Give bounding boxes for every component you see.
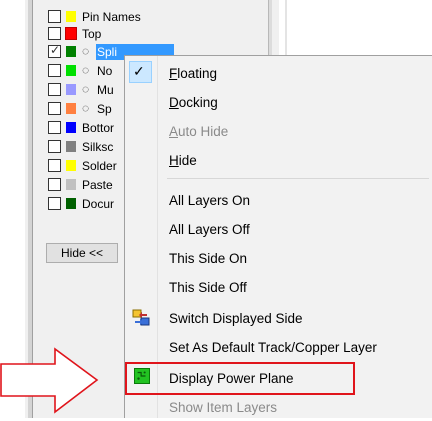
menu-item-label: This Side Off bbox=[169, 280, 247, 295]
callout-arrow-icon bbox=[0, 347, 99, 414]
layer-checkbox[interactable] bbox=[48, 159, 61, 172]
menu-item-set-default-layer[interactable]: Set As Default Track/Copper Layer bbox=[125, 333, 431, 361]
menu-item-label: Docking bbox=[169, 95, 218, 110]
layer-color-swatch bbox=[66, 46, 76, 57]
plane-dots-icon: ◌ bbox=[82, 63, 90, 77]
layer-label: No bbox=[97, 64, 113, 78]
layer-color-swatch bbox=[66, 122, 76, 133]
highlight-box bbox=[125, 362, 355, 395]
menu-item-label: Auto Hide bbox=[169, 124, 229, 139]
layer-checkbox[interactable] bbox=[48, 197, 61, 210]
layer-color-swatch bbox=[66, 198, 76, 209]
menu-item-all-layers-off[interactable]: All Layers Off bbox=[125, 215, 431, 243]
menu-item-label: Set As Default Track/Copper Layer bbox=[169, 340, 377, 355]
layer-label: Solder bbox=[82, 159, 117, 173]
plane-dots-icon: ◌ bbox=[82, 101, 90, 115]
switch-side-icon bbox=[132, 309, 150, 326]
layer-checkbox[interactable]: ✓ bbox=[48, 43, 61, 58]
layer-checkbox[interactable] bbox=[48, 140, 61, 153]
layer-color-swatch bbox=[66, 141, 76, 152]
layer-checkbox[interactable] bbox=[48, 178, 61, 191]
menu-item-switch-displayed-side[interactable]: Switch Displayed Side bbox=[125, 304, 431, 332]
menu-item-label: This Side On bbox=[169, 251, 248, 266]
menu-item-label: Switch Displayed Side bbox=[169, 311, 303, 326]
layer-label: Sp bbox=[97, 102, 112, 116]
menu-item-docking[interactable]: Docking bbox=[125, 88, 431, 116]
checkmark-icon: ✓ bbox=[133, 63, 145, 79]
menu-item-label: All Layers Off bbox=[169, 222, 250, 237]
hide-panel-button[interactable]: Hide << bbox=[46, 243, 118, 263]
plane-dots-icon: ◌ bbox=[82, 44, 90, 58]
layer-checkbox[interactable] bbox=[48, 10, 61, 23]
layer-label: Spli bbox=[97, 45, 118, 59]
menu-item-auto-hide: Auto Hide bbox=[125, 117, 431, 145]
menu-separator bbox=[167, 178, 429, 179]
menu-item-show-item-layers: Show Item Layers bbox=[125, 393, 431, 421]
layer-color-swatch bbox=[66, 160, 76, 171]
checkmark-icon: ✓ bbox=[50, 43, 61, 57]
layer-label: Top bbox=[82, 27, 102, 41]
menu-item-all-layers-on[interactable]: All Layers On bbox=[125, 186, 431, 214]
layer-checkbox[interactable] bbox=[48, 121, 61, 134]
layer-row-top[interactable]: Top bbox=[48, 26, 278, 43]
layer-checkbox[interactable] bbox=[48, 83, 61, 96]
menu-item-label: Hide bbox=[169, 153, 197, 168]
layer-checkbox[interactable] bbox=[48, 27, 61, 40]
menu-item-label: All Layers On bbox=[169, 193, 251, 208]
layer-color-swatch bbox=[65, 27, 77, 40]
menu-item-hide[interactable]: Hide bbox=[125, 146, 431, 174]
layer-color-swatch bbox=[66, 11, 76, 22]
layer-row-pin-names[interactable]: Pin Names bbox=[48, 9, 278, 26]
menu-item-label: Floating bbox=[169, 66, 218, 81]
layer-checkbox[interactable] bbox=[48, 102, 61, 115]
layer-color-swatch bbox=[66, 84, 76, 95]
plane-dots-icon: ◌ bbox=[82, 82, 90, 96]
menu-item-this-side-on[interactable]: This Side On bbox=[125, 244, 431, 272]
layer-color-swatch bbox=[66, 65, 76, 76]
layer-checkbox[interactable] bbox=[48, 64, 61, 77]
menu-item-this-side-off[interactable]: This Side Off bbox=[125, 273, 431, 301]
layer-label: Bottor bbox=[82, 121, 115, 135]
layer-label: Paste bbox=[82, 178, 113, 192]
layer-label: Mu bbox=[97, 83, 114, 97]
layer-label: Pin Names bbox=[82, 10, 141, 24]
menu-item-floating[interactable]: ✓ Floating bbox=[125, 59, 431, 87]
layer-label: Silksc bbox=[82, 140, 114, 154]
menu-item-label: Show Item Layers bbox=[169, 400, 278, 415]
layer-label: Docur bbox=[82, 197, 115, 211]
layer-color-swatch bbox=[66, 179, 76, 190]
layer-color-swatch bbox=[66, 103, 76, 114]
